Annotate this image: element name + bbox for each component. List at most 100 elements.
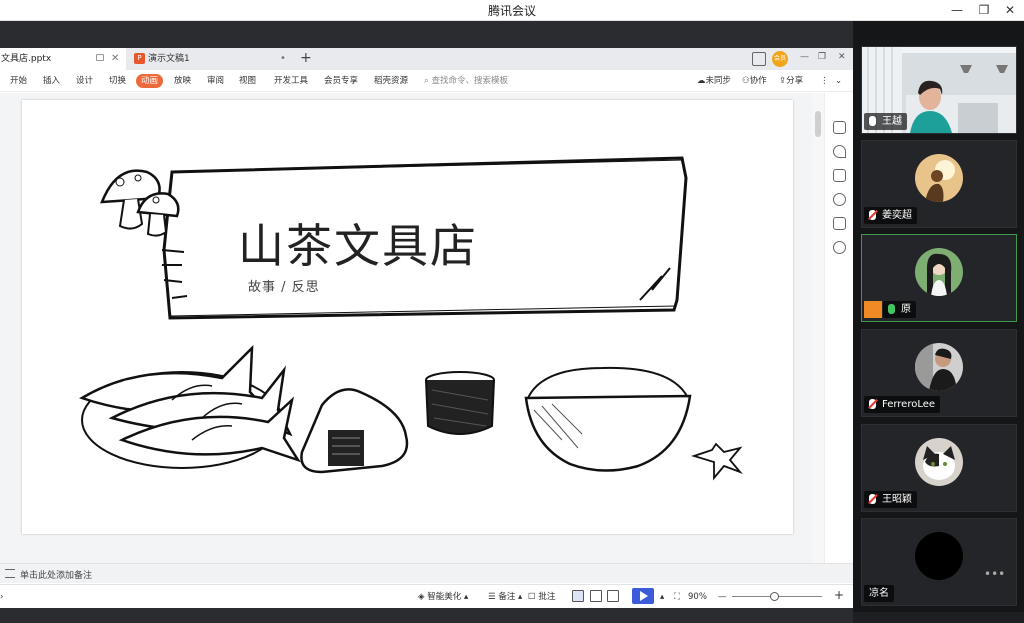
pin-icon[interactable]	[96, 54, 104, 61]
image-icon[interactable]	[833, 217, 846, 230]
participant-name-tag: 原	[883, 301, 916, 318]
notes-lines-icon: ☰	[488, 592, 499, 602]
shared-screen: 文具店.pptx ✕ P 演示文稿1 • + 会员 — ❐ ✕ 开始 插入 设计…	[0, 21, 853, 623]
screen-icon[interactable]	[752, 52, 766, 66]
normal-view-icon[interactable]	[572, 590, 584, 602]
zoom-slider-knob[interactable]	[770, 592, 779, 601]
ribbon-menu: 开始 插入 设计 切换 动画 放映 审阅 视图 开发工具 会员专享 稻壳资源 ⌕…	[0, 70, 853, 92]
pin-icon[interactable]	[833, 145, 846, 158]
microphone-icon	[869, 116, 876, 126]
menu-design[interactable]: 设计	[76, 74, 93, 88]
comments-toggle[interactable]: ☐ 批注	[528, 591, 555, 603]
document-tab-bar: 文具店.pptx ✕ P 演示文稿1 • + 会员 — ❐ ✕	[0, 48, 853, 70]
more-icon[interactable]: •••	[984, 567, 1005, 581]
meeting-title-bar: 腾讯会议 — ❐ ✕	[0, 0, 1024, 21]
command-search[interactable]: ⌕ 查找命令、搜索模板	[424, 74, 508, 88]
restore-icon[interactable]: ❐	[818, 52, 826, 66]
status-bar: › ◈ 智能美化 ▴ ☰ 备注 ▴ ☐ 批注 ▴ ⛶ 90% — +	[0, 584, 853, 608]
new-tab-button[interactable]: +	[300, 48, 312, 69]
share-label: 分享	[786, 76, 804, 86]
collaborate-button[interactable]: ⚇协作	[742, 74, 767, 88]
microphone-muted-icon	[869, 210, 876, 220]
meeting-title: 腾讯会议	[487, 4, 536, 18]
menu-view[interactable]: 视图	[239, 74, 256, 88]
play-slideshow-button[interactable]	[632, 588, 654, 604]
participant-tile[interactable]: 王昭颖	[861, 424, 1017, 512]
participant-name: 王越	[882, 116, 902, 127]
close-icon[interactable]: •	[280, 48, 286, 70]
onigiri-icon	[300, 388, 409, 474]
slide-canvas: 山茶文具店 故事 / 反思	[0, 93, 812, 563]
notes-bar[interactable]: 单击此处添加备注	[0, 563, 853, 583]
participant-tile[interactable]: 姜奕超	[861, 140, 1017, 228]
sync-status[interactable]: ☁未同步	[697, 74, 731, 88]
comment-icon: ☐	[528, 592, 539, 602]
cloud-icon: ☁	[697, 76, 706, 86]
participant-name-tag: 凉名	[864, 585, 894, 602]
participant-tile[interactable]: 王越	[861, 46, 1017, 134]
chevron-down-icon[interactable]: ⌄	[835, 74, 842, 88]
tab-document-inactive[interactable]: 演示文稿1 •	[130, 48, 296, 70]
menu-resources[interactable]: 稻壳资源	[374, 74, 408, 88]
tab-document-active[interactable]: 文具店.pptx ✕	[0, 48, 126, 70]
menu-transition[interactable]: 切换	[109, 74, 126, 88]
rice-bowl-icon	[524, 366, 692, 472]
menu-start[interactable]: 开始	[10, 74, 27, 88]
restore-button[interactable]: ❐	[972, 0, 996, 20]
participant-name-tag: FerreroLee	[864, 396, 941, 413]
user-avatar[interactable]: 会员	[772, 51, 788, 67]
grid-view-icon[interactable]	[590, 590, 602, 602]
slide-subtitle[interactable]: 故事 / 反思	[248, 276, 320, 295]
current-slide[interactable]: 山茶文具店 故事 / 反思	[22, 100, 793, 534]
sync-label: 未同步	[705, 76, 732, 86]
bottom-strip	[0, 608, 853, 623]
wps-presentation-window: 文具店.pptx ✕ P 演示文稿1 • + 会员 — ❐ ✕ 开始 插入 设计…	[0, 48, 853, 623]
participant-name: 姜奕超	[882, 210, 912, 221]
menu-developer[interactable]: 开发工具	[274, 74, 308, 88]
more-icon[interactable]: ⋮	[820, 74, 829, 88]
notes-icon	[5, 569, 15, 578]
tab-label: 演示文稿1	[148, 54, 190, 64]
close-button[interactable]: ✕	[998, 0, 1022, 20]
avatar	[915, 532, 963, 580]
slide-title[interactable]: 山茶文具店	[238, 210, 478, 276]
minimize-icon[interactable]: —	[800, 52, 809, 66]
compass-icon[interactable]	[833, 241, 846, 254]
zoom-out-button[interactable]: —	[718, 591, 727, 603]
zoom-level[interactable]: 90%	[688, 591, 707, 603]
participant-tile[interactable]: 原	[861, 234, 1017, 322]
fish-plate-icon	[79, 344, 301, 469]
comments-label: 批注	[538, 592, 556, 602]
help-icon[interactable]	[833, 193, 846, 206]
slide-icon[interactable]	[833, 169, 846, 182]
menu-member[interactable]: 会员专享	[324, 74, 358, 88]
participant-tile[interactable]: FerreroLee	[861, 329, 1017, 417]
status-left-marker: ›	[0, 592, 4, 602]
notes-toggle[interactable]: ☰ 备注 ▴	[488, 591, 522, 603]
participant-name-tag: 王越	[864, 113, 907, 130]
menu-slideshow[interactable]: 放映	[174, 74, 191, 88]
menu-review[interactable]: 审阅	[207, 74, 224, 88]
share-button[interactable]: ⇪分享	[779, 74, 803, 88]
search-placeholder: 查找命令、搜索模板	[431, 76, 508, 86]
close-icon[interactable]: ✕	[111, 48, 119, 70]
minimize-button[interactable]: —	[945, 0, 969, 20]
notes-placeholder: 单击此处添加备注	[20, 571, 93, 581]
avatar	[915, 343, 963, 391]
tab-label: 文具店.pptx	[1, 54, 52, 64]
notes-toggle-label: 备注	[498, 592, 516, 602]
menu-animation[interactable]: 动画	[136, 74, 164, 88]
properties-icon[interactable]	[833, 121, 846, 134]
close-window-icon[interactable]: ✕	[838, 52, 846, 66]
participant-tile[interactable]: 凉名	[861, 518, 1017, 606]
menu-insert[interactable]: 插入	[43, 74, 60, 88]
participant-name-tag: 王昭颖	[864, 491, 917, 508]
zoom-in-button[interactable]: +	[834, 589, 844, 601]
fit-screen-icon[interactable]: ⛶	[674, 591, 680, 603]
smart-beautify-button[interactable]: ◈ 智能美化 ▴	[418, 591, 468, 603]
play-options-icon[interactable]: ▴	[660, 591, 664, 603]
vertical-scrollbar[interactable]	[812, 93, 824, 563]
reading-view-icon[interactable]	[607, 590, 619, 602]
avatar	[915, 154, 963, 202]
scrollbar-thumb[interactable]	[815, 111, 821, 137]
